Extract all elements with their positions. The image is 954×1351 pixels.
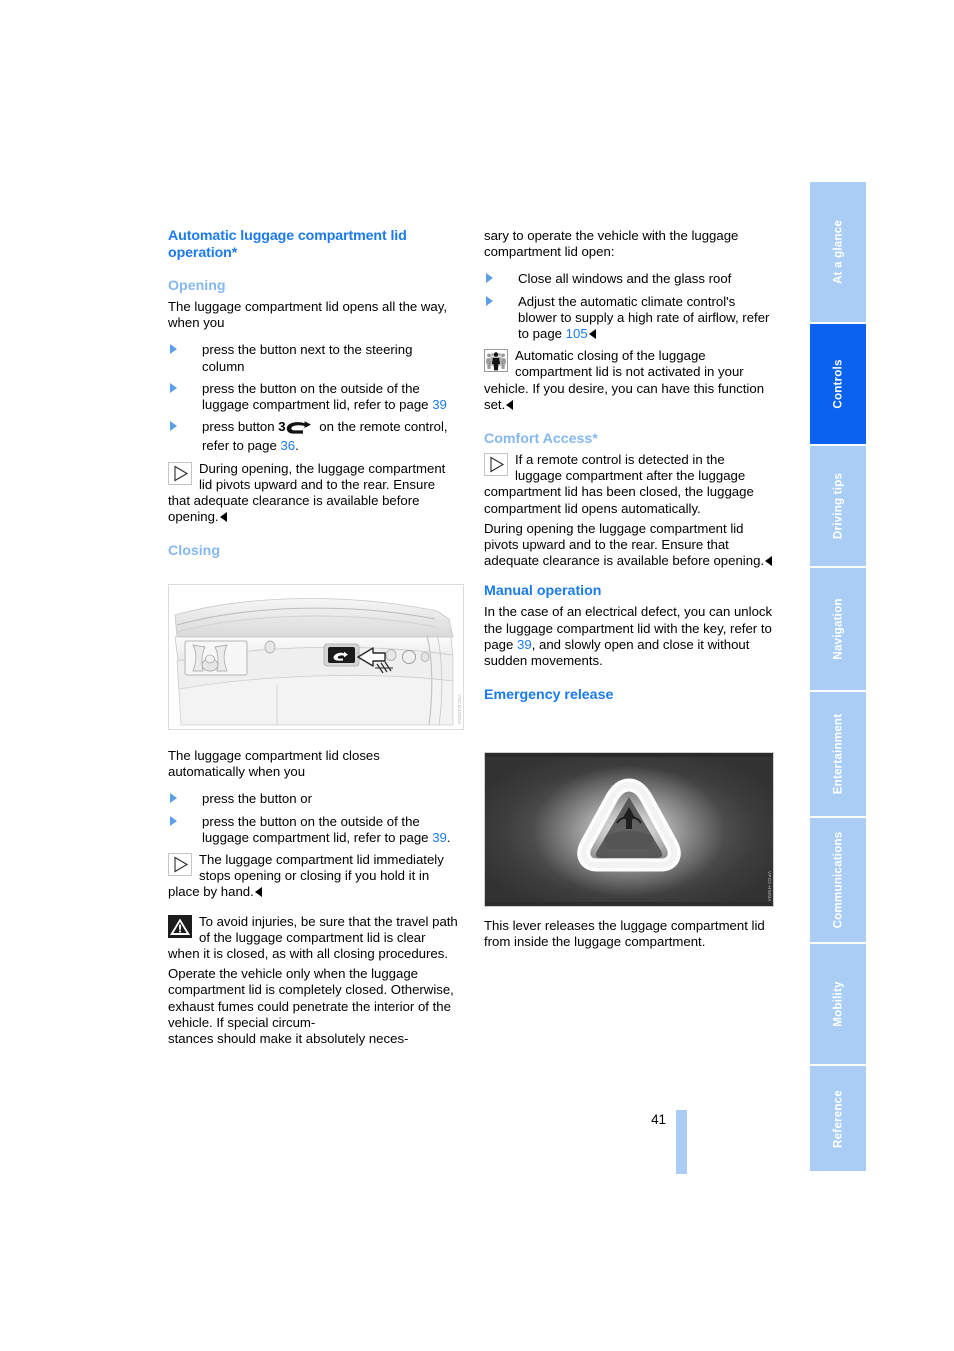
tab-reference[interactable]: Reference <box>810 1066 866 1171</box>
page-reference[interactable]: 105 <box>566 326 588 341</box>
right-column-lower: This lever releases the luggage compartm… <box>484 918 774 954</box>
end-of-note-marker <box>588 329 596 340</box>
list-item: press the button next to the steering co… <box>168 342 458 374</box>
tab-at-a-glance[interactable]: At a glance <box>810 182 866 322</box>
figure-trunk-lid-button: VNCMJZ0WA <box>168 584 464 730</box>
bullet-triangle-icon <box>170 793 177 804</box>
figure-emergency-release-handle: VPD2-HWMA <box>484 752 774 907</box>
comfort-access-body: During opening the luggage compartment l… <box>484 521 774 570</box>
bullet-triangle-icon <box>170 382 177 393</box>
list-item-text: press the button on the outside of the l… <box>202 380 433 413</box>
page-number-bar <box>676 1110 687 1174</box>
left-column-lower: The luggage compartment lid closes autom… <box>168 748 458 1047</box>
figure-source-label: VPD2-HWMA <box>767 871 772 902</box>
page-reference[interactable]: 39 <box>432 397 447 412</box>
bullet-triangle-icon <box>170 344 177 355</box>
list-item-text-end: . <box>295 438 299 454</box>
tab-communications[interactable]: Communications <box>810 818 866 942</box>
note-block-closing: The luggage compartment lid immediately … <box>168 852 458 901</box>
warning-continued: Operate the vehicle only when the luggag… <box>168 966 454 1030</box>
opening-bullet-list: press the button next to the steering co… <box>168 342 458 454</box>
heading-emergency-release: Emergency release <box>484 687 614 704</box>
tab-navigation[interactable]: Navigation <box>810 568 866 690</box>
note-text: The luggage compartment lid immediately … <box>168 852 444 900</box>
list-item: press the button or <box>168 791 458 807</box>
figure-source-label: VNCMJZ0WA <box>457 693 462 725</box>
warning-block: To avoid injuries, be sure that the trav… <box>168 914 458 963</box>
list-item-text-end: . <box>446 829 451 845</box>
note-triangle-icon <box>484 453 508 477</box>
tab-entertainment[interactable]: Entertainment <box>810 692 866 816</box>
tab-label: Entertainment <box>831 713 845 795</box>
tab-controls[interactable]: Controls <box>810 324 866 444</box>
list-item-text: press the button on the outside of the l… <box>202 813 433 845</box>
page-number: 41 <box>651 1112 666 1127</box>
end-of-note-marker <box>219 512 227 523</box>
list-item-text: press the button or <box>202 791 312 807</box>
open-trunk-icon <box>286 421 316 438</box>
closing-bullet-list: press the button or press the button on … <box>168 791 458 846</box>
note-triangle-icon <box>168 461 192 485</box>
tab-driving-tips[interactable]: Driving tips <box>810 446 866 566</box>
operate-with-lid-open-bullet-list: Close all windows and the glass roof Adj… <box>484 271 774 342</box>
list-item-text: Close all windows and the glass roof <box>518 271 732 287</box>
list-item-text: Adjust the automatic climate control's b… <box>518 293 770 342</box>
end-of-note-marker <box>506 399 514 410</box>
service-people-icon <box>484 349 508 373</box>
note-text: During opening, the luggage compartment … <box>168 460 446 525</box>
left-column: Automatic luggage compartment lid operat… <box>168 228 458 564</box>
tab-label: At a glance <box>831 219 845 285</box>
heading-manual-operation: Manual operation <box>484 583 602 600</box>
emergency-release-caption: This lever releases the luggage compartm… <box>484 918 765 950</box>
closing-intro: The luggage compartment lid closes autom… <box>168 748 380 780</box>
note-block-comfort-access: If a remote control is detected in the l… <box>484 452 774 517</box>
list-item: Close all windows and the glass roof <box>484 271 774 287</box>
heading-closing: Closing <box>168 543 221 560</box>
list-item: press the button on the outside of the l… <box>168 381 458 413</box>
tab-mobility[interactable]: Mobility <box>810 944 866 1064</box>
tab-label: Navigation <box>831 598 845 660</box>
tab-label: Reference <box>831 1089 845 1148</box>
service-note-block: Automatic closing of the luggage compart… <box>484 348 774 413</box>
opening-intro: The luggage compartment lid opens all th… <box>168 299 448 331</box>
end-of-note-marker <box>254 887 262 898</box>
note-block-opening: During opening, the luggage compartment … <box>168 461 458 526</box>
list-item-text: press button <box>202 419 279 435</box>
page-reference[interactable]: 39 <box>517 637 532 652</box>
heading-comfort-access: Comfort Access* <box>484 431 598 448</box>
tab-label: Communications <box>831 831 845 929</box>
right-column: sary to operate the vehicle with the lug… <box>484 228 774 708</box>
warning-text: To avoid injuries, be sure that the trav… <box>168 913 458 962</box>
tab-label: Driving tips <box>831 472 845 540</box>
page-title: Automatic luggage compartment lid operat… <box>168 228 407 261</box>
note-text: If a remote control is detected in the l… <box>484 452 754 516</box>
service-note-text: Automatic closing of the luggage compart… <box>484 348 765 412</box>
bullet-triangle-icon <box>486 295 493 306</box>
end-of-note-marker <box>765 556 773 567</box>
continued-intro: sary to operate the vehicle with the lug… <box>484 228 739 260</box>
bullet-triangle-icon <box>170 421 177 432</box>
heading-opening: Opening <box>168 278 226 294</box>
list-item: press the button on the outside of the l… <box>168 814 458 846</box>
note-triangle-icon <box>168 853 192 877</box>
list-item: Adjust the automatic climate control's b… <box>484 294 774 343</box>
warning-triangle-icon <box>168 914 192 938</box>
list-item: press button 3 on the remote control, re… <box>168 419 458 454</box>
button-number: 3 <box>278 419 286 435</box>
list-item-text: press the button next to the steering co… <box>202 342 413 374</box>
manual-operation-body: In the case of an electrical defect, you… <box>484 604 773 669</box>
bullet-triangle-icon <box>170 815 177 826</box>
page-reference[interactable]: 36 <box>280 438 295 453</box>
tab-label: Controls <box>831 359 845 409</box>
bullet-triangle-icon <box>486 273 493 284</box>
warning-tail: stances should make it absolutely neces- <box>168 1031 409 1047</box>
manual-page: Automatic luggage compartment lid operat… <box>0 0 954 1351</box>
tab-label: Mobility <box>831 981 845 1027</box>
page-reference[interactable]: 39 <box>432 830 447 845</box>
chapter-tab-rail: At a glance Controls Driving tips Naviga… <box>810 182 866 1171</box>
